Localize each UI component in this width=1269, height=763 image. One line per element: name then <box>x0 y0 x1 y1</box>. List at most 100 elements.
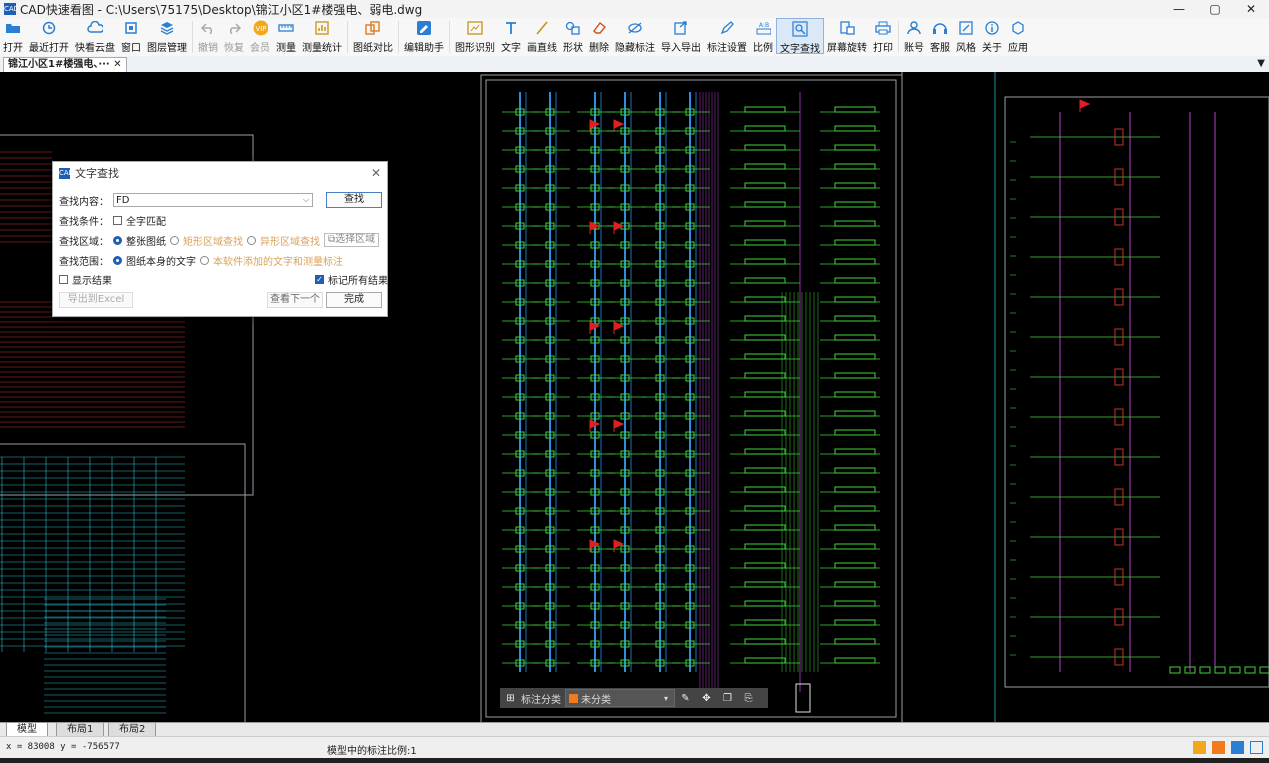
measure-button[interactable]: 测量 <box>273 18 299 54</box>
scope-added-radio[interactable] <box>200 255 209 265</box>
window-title: CAD快速看图 - C:\Users\75175\Desktop\锦江小区1#楼… <box>20 2 423 17</box>
tab-layout1[interactable]: 布局1 <box>56 723 105 737</box>
search-condition-row: 查找条件： 全字匹配 <box>59 212 166 228</box>
paste-icon[interactable]: ⎘ <box>738 693 759 704</box>
minimize-button[interactable]: — <box>1161 0 1197 18</box>
dialog-close-icon[interactable]: ✕ <box>365 166 387 180</box>
close-button[interactable]: ✕ <box>1233 0 1269 18</box>
apps-icon <box>1010 20 1026 35</box>
print-button[interactable]: 打印 <box>870 18 896 54</box>
undo-button[interactable]: 撤销 <box>195 18 221 54</box>
recent-open-button[interactable]: 最近打开 <box>26 18 72 54</box>
about-button[interactable]: 关于 <box>979 18 1005 54</box>
category-select[interactable]: 未分类 ▾ <box>565 689 675 707</box>
find-button[interactable]: 查找 <box>326 192 382 208</box>
open-button[interactable]: 打开 <box>0 18 26 54</box>
text-search-dialog: CAD 文字查找 ✕ 查找内容： FD ⌵ 查找 查找条件： 全字匹配 查找区域… <box>52 161 388 317</box>
copy-icon[interactable]: ❐ <box>717 693 738 704</box>
show-results-checkbox[interactable] <box>59 274 68 284</box>
measure-stats-button[interactable]: 测量统计 <box>299 18 345 54</box>
area-irregular-radio[interactable] <box>247 235 256 245</box>
apps-button[interactable]: 应用 <box>1005 18 1031 54</box>
annotation-settings-button[interactable]: 标注设置 <box>704 18 750 54</box>
area-whole-radio[interactable] <box>113 235 122 245</box>
full-match-checkbox[interactable] <box>113 215 122 225</box>
category-value: 未分类 <box>581 694 611 706</box>
grid-icon[interactable]: ⊞ <box>500 693 521 704</box>
shape-button[interactable]: 形状 <box>560 18 586 54</box>
compare-icon <box>365 20 381 35</box>
select-area-button[interactable]: ⧉选择区域 <box>324 233 380 247</box>
annotation-category-label: 标注分类 <box>521 694 561 706</box>
screen-rotate-icon <box>839 20 855 35</box>
document-tab[interactable]: 锦江小区1#楼强电、··· ✕ <box>3 57 127 73</box>
style-button[interactable]: 风格 <box>953 18 979 54</box>
undo-icon <box>200 20 216 35</box>
redo-button[interactable]: 恢复 <box>221 18 247 54</box>
delete-button[interactable]: 删除 <box>586 18 612 54</box>
customer-service-button[interactable]: 客服 <box>927 18 953 54</box>
mark-all-label: 标记所有结果 <box>328 275 388 287</box>
area-rect-label: 矩形区域查找 <box>183 236 243 248</box>
snap-icon[interactable] <box>1193 741 1206 754</box>
tab-list-dropdown-icon[interactable]: ▼ <box>1257 58 1265 69</box>
window-button[interactable]: 窗口 <box>118 18 144 54</box>
area-rect-radio[interactable] <box>170 235 179 245</box>
search-scope-label: 查找范围： <box>59 256 109 268</box>
dialog-header: CAD 文字查找 ✕ <box>53 162 387 184</box>
toolbar-divider <box>192 21 193 53</box>
search-input[interactable]: FD ⌵ <box>113 193 313 207</box>
text-button[interactable]: 文字 <box>498 18 524 54</box>
toolbar-divider <box>898 21 899 53</box>
hide-annotation-button[interactable]: 隐藏标注 <box>612 18 658 54</box>
fullscreen-icon[interactable] <box>1250 741 1263 754</box>
show-results-row: 显示结果 <box>59 271 112 287</box>
draw-line-button[interactable]: 画直线 <box>524 18 560 54</box>
move-icon[interactable]: ✥ <box>696 693 717 704</box>
account-button[interactable]: 账号 <box>901 18 927 54</box>
shape-recognition-icon <box>467 20 483 35</box>
taskbar-strip <box>0 758 1269 763</box>
chevron-down-icon[interactable]: ⌵ <box>300 195 312 205</box>
display-mode-icon[interactable] <box>1231 741 1244 754</box>
scale-button[interactable]: A:B 比例 <box>750 18 776 55</box>
line-icon <box>534 20 550 35</box>
import-export-button[interactable]: 导入导出 <box>658 18 704 54</box>
shape-recognition-button[interactable]: 图形识别 <box>452 18 498 54</box>
hide-annotation-icon <box>627 20 643 35</box>
text-search-button[interactable]: 文字查找 <box>776 18 824 55</box>
search-area-label: 查找区域： <box>59 236 109 248</box>
search-area-row: 查找区域： 整张图纸 矩形区域查找 异形区域查找 ⧉选择区域 <box>59 232 380 248</box>
export-excel-button[interactable]: 导出到Excel <box>59 292 133 308</box>
done-button[interactable]: 完成 <box>326 292 382 308</box>
window-icon <box>123 20 139 35</box>
screen-rotate-button[interactable]: 屏幕旋转 <box>824 18 870 54</box>
redo-icon <box>226 20 242 35</box>
drawing-compare-button[interactable]: 图纸对比 <box>350 18 396 54</box>
annotation-settings-icon <box>719 20 735 35</box>
maximize-button[interactable]: ▢ <box>1197 0 1233 18</box>
vip-badge-icon: VIP <box>252 20 268 35</box>
scope-drawing-radio[interactable] <box>113 255 122 265</box>
area-whole-label: 整张图纸 <box>126 236 166 248</box>
annotation-scale: 模型中的标注比例:1 <box>327 746 417 757</box>
layer-manager-button[interactable]: 图层管理 <box>144 18 190 54</box>
tab-model[interactable]: 模型 <box>6 723 48 737</box>
find-next-button[interactable]: 查看下一个 <box>267 292 323 308</box>
folder-icon[interactable] <box>1212 741 1225 754</box>
full-match-label: 全字匹配 <box>126 216 166 228</box>
edit-assistant-button[interactable]: 编辑助手 <box>401 18 447 54</box>
search-content-row: 查找内容： FD ⌵ <box>59 192 313 208</box>
search-condition-label: 查找条件： <box>59 216 109 228</box>
dialog-title: 文字查找 <box>75 167 119 180</box>
cloud-drive-button[interactable]: 快看云盘 <box>72 18 118 54</box>
tab-layout2[interactable]: 布局2 <box>108 723 157 737</box>
chevron-down-icon[interactable]: ▾ <box>664 694 674 703</box>
svg-text:VIP: VIP <box>255 25 266 33</box>
edit-icon[interactable]: ✎ <box>675 693 696 704</box>
vip-button[interactable]: VIP 会员 <box>247 18 273 54</box>
layout-tab-bar: 模型 布局1 布局2 <box>0 722 1269 737</box>
mark-all-checkbox[interactable]: ✓ <box>315 274 324 284</box>
toolbar-divider <box>398 21 399 53</box>
ruler-icon <box>278 20 294 35</box>
